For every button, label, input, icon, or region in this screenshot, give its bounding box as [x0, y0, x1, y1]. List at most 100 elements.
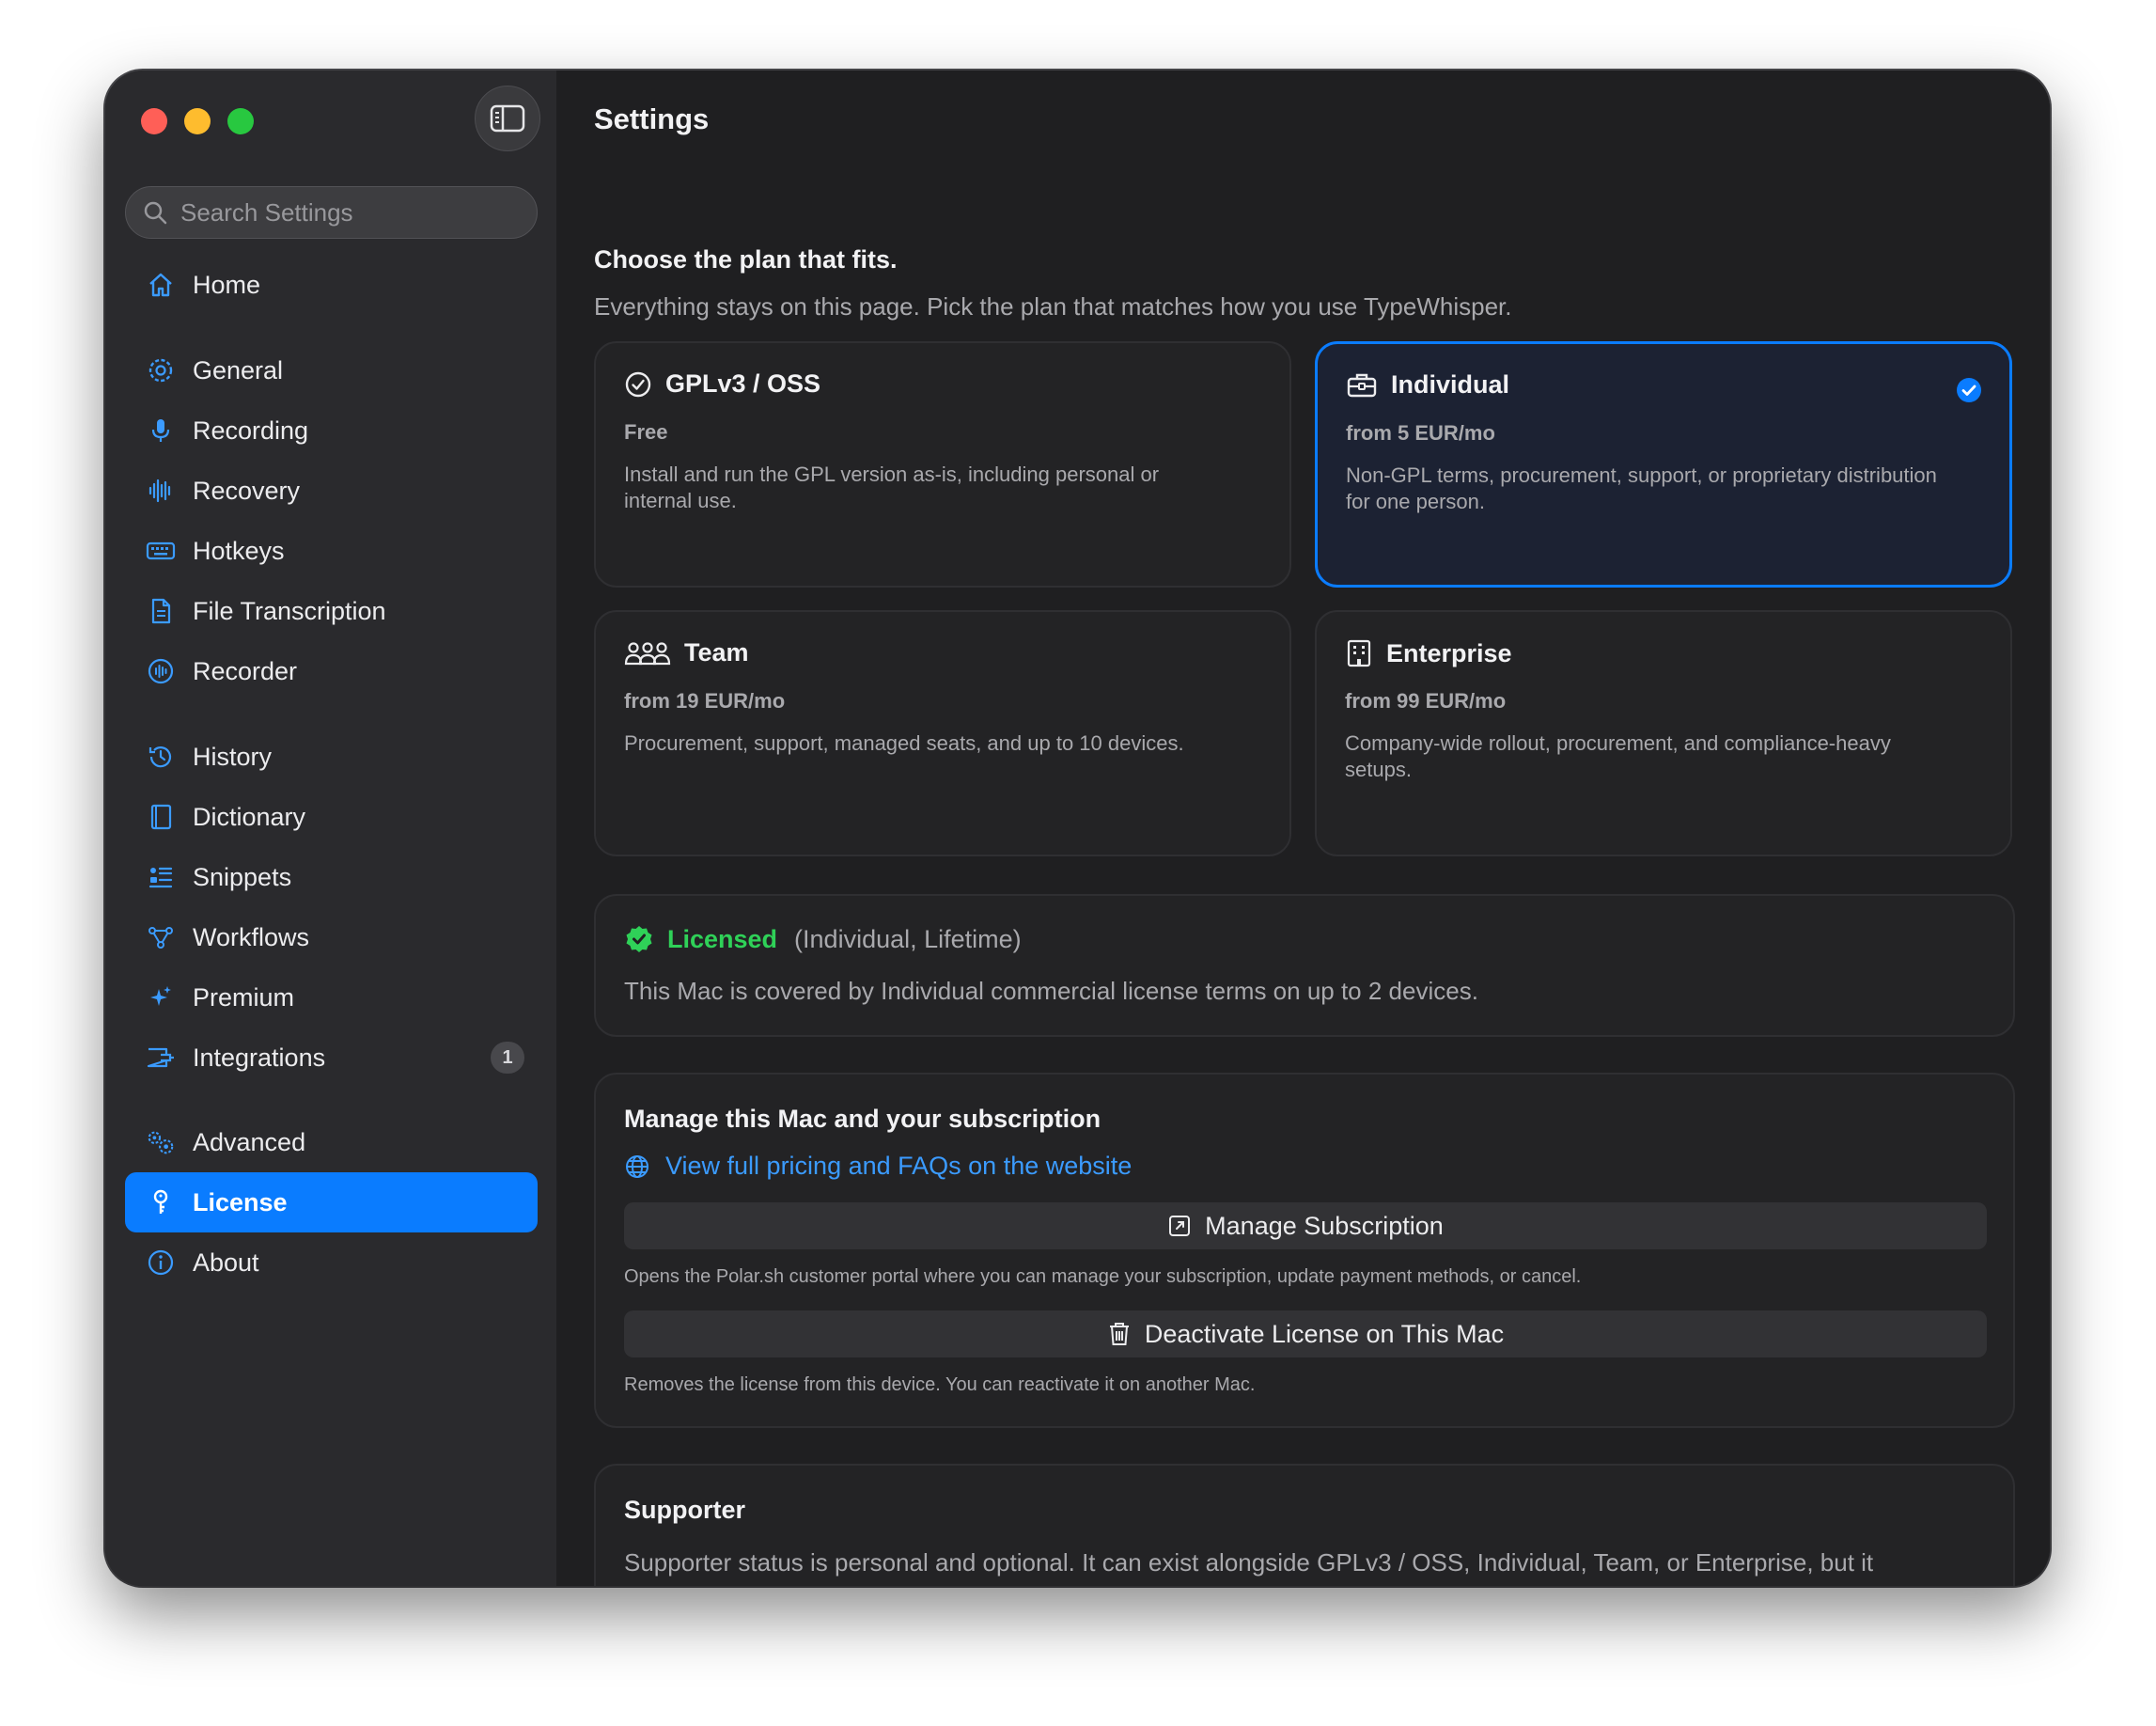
plan-name: GPLv3 / OSS	[665, 369, 821, 398]
supporter-card: Supporter Supporter status is personal a…	[594, 1464, 2015, 1586]
supporter-heading: Supporter	[624, 1496, 746, 1524]
globe-icon	[626, 1154, 648, 1178]
briefcase-icon	[1347, 373, 1377, 397]
plug-icon	[146, 1043, 176, 1073]
sidebar-item-label: Snippets	[193, 862, 292, 891]
sidebar-item-recording[interactable]: Recording	[125, 400, 538, 461]
manage-heading: Manage this Mac and your subscription	[624, 1105, 1101, 1133]
plan-name: Individual	[1391, 370, 1510, 399]
sidebar-item-general[interactable]: General	[125, 340, 538, 400]
sparkles-icon	[146, 982, 176, 1012]
plan-card-team[interactable]: Team from 19 EUR/mo Procurement, support…	[594, 610, 1291, 856]
manage-subscription-button[interactable]: Manage Subscription	[624, 1202, 1987, 1249]
waveform-icon	[146, 476, 176, 506]
settings-window: Home General Recording Recovery	[105, 71, 2050, 1586]
license-detail: (Individual, Lifetime)	[794, 924, 1022, 953]
plan-card-enterprise[interactable]: Enterprise from 99 EUR/mo Company-wide r…	[1315, 610, 2012, 856]
gear-icon	[146, 355, 176, 385]
sidebar-item-premium[interactable]: Premium	[125, 967, 538, 1028]
sidebar-item-hotkeys[interactable]: Hotkeys	[125, 521, 538, 581]
plan-price: from 19 EUR/mo	[624, 689, 786, 713]
selected-checkmark-icon	[1957, 378, 1981, 402]
pricing-link[interactable]: View full pricing and FAQs on the websit…	[624, 1152, 1132, 1181]
supporter-description: Supporter status is personal and optiona…	[624, 1548, 1874, 1577]
record-icon	[146, 656, 176, 686]
sidebar-item-home[interactable]: Home	[125, 255, 538, 315]
checkmark-circle-icon	[625, 371, 651, 397]
sidebar-icon	[490, 104, 525, 133]
workflow-icon	[146, 922, 176, 952]
plans-heading: Choose the plan that fits.	[594, 245, 898, 274]
plans-subheading: Everything stays on this page. Pick the …	[594, 292, 1512, 321]
sidebar-item-dictionary[interactable]: Dictionary	[125, 787, 538, 847]
main-content: Settings Choose the plan that fits. Ever…	[556, 71, 2050, 1586]
sidebar-item-label: Premium	[193, 982, 295, 1012]
sidebar-item-label: Home	[193, 270, 261, 299]
sidebar-item-label: File Transcription	[193, 596, 386, 625]
document-icon	[146, 596, 176, 626]
zoom-window-button[interactable]	[227, 108, 254, 134]
sidebar-item-label: Recovery	[193, 476, 301, 505]
plan-price: from 99 EUR/mo	[1345, 689, 1507, 713]
sidebar-item-label: Recording	[193, 416, 309, 445]
sidebar-item-history[interactable]: History	[125, 727, 538, 787]
sidebar-item-recovery[interactable]: Recovery	[125, 461, 538, 521]
plan-card-gplv3[interactable]: GPLv3 / OSS Free Install and run the GPL…	[594, 341, 1291, 588]
sidebar-item-label: Recorder	[193, 656, 298, 685]
sidebar-item-advanced[interactable]: Advanced	[125, 1112, 538, 1172]
sidebar-item-label: General	[193, 355, 284, 384]
plan-price: from 5 EUR/mo	[1346, 421, 1495, 445]
notification-badge: 1	[491, 1042, 524, 1074]
plan-description: Non-GPL terms, procurement, support, or …	[1346, 463, 1937, 513]
people-icon	[624, 641, 671, 665]
sidebar-item-snippets[interactable]: Snippets	[125, 847, 538, 907]
sidebar-item-label: Workflows	[193, 922, 310, 951]
key-icon	[146, 1187, 176, 1217]
sidebar-item-label: License	[193, 1187, 288, 1216]
verified-badge-icon	[626, 926, 652, 952]
sidebar-item-license[interactable]: License	[125, 1172, 538, 1232]
license-status-card: Licensed (Individual, Lifetime) This Mac…	[594, 894, 2015, 1037]
plan-description: Company-wide rollout, procurement, and c…	[1345, 731, 1891, 781]
manage-subscription-label: Manage Subscription	[1205, 1211, 1444, 1240]
trash-icon	[1109, 1323, 1129, 1345]
deactivate-license-label: Deactivate License on This Mac	[1144, 1319, 1505, 1348]
minimize-window-button[interactable]	[184, 108, 211, 134]
external-link-icon	[1169, 1216, 1191, 1236]
plan-price: Free	[624, 420, 668, 444]
plan-card-individual[interactable]: Individual from 5 EUR/mo Non-GPL terms, …	[1315, 341, 2012, 588]
snippets-icon	[146, 862, 176, 892]
sidebar-item-recorder[interactable]: Recorder	[125, 641, 538, 701]
toggle-sidebar-button[interactable]	[475, 86, 540, 151]
search-icon	[144, 201, 167, 225]
search-input[interactable]	[179, 196, 521, 228]
sidebar-item-integrations[interactable]: Integrations 1	[125, 1028, 538, 1088]
license-description: This Mac is covered by Individual commer…	[624, 977, 1478, 1005]
house-icon	[146, 270, 176, 300]
sidebar-item-label: Dictionary	[193, 802, 306, 831]
deactivate-license-help: Removes the license from this device. Yo…	[624, 1374, 1256, 1395]
sidebar-item-about[interactable]: About	[125, 1232, 538, 1293]
page-title: Settings	[594, 102, 710, 135]
plan-description: Procurement, support, managed seats, and…	[624, 731, 1184, 755]
license-status: Licensed	[667, 924, 778, 953]
sidebar-item-label: Integrations	[193, 1043, 326, 1072]
sidebar-item-workflows[interactable]: Workflows	[125, 907, 538, 967]
manage-subscription-card: Manage this Mac and your subscription Vi…	[594, 1073, 2015, 1428]
manage-subscription-help: Opens the Polar.sh customer portal where…	[624, 1266, 1582, 1287]
pricing-link-label[interactable]: View full pricing and FAQs on the websit…	[665, 1152, 1132, 1181]
sidebar-item-label: History	[193, 742, 273, 771]
search-field[interactable]	[125, 186, 538, 239]
building-icon	[1347, 639, 1371, 667]
sidebar-item-file-transcription[interactable]: File Transcription	[125, 581, 538, 641]
sidebar-item-label: Advanced	[193, 1127, 306, 1156]
clock-history-icon	[146, 742, 176, 772]
info-icon	[146, 1247, 176, 1278]
sidebar-item-label: About	[193, 1247, 259, 1277]
deactivate-license-button[interactable]: Deactivate License on This Mac	[624, 1310, 1987, 1357]
close-window-button[interactable]	[141, 108, 167, 134]
gears-icon	[146, 1127, 176, 1157]
sidebar-item-label: Hotkeys	[193, 536, 285, 565]
plan-name: Enterprise	[1386, 638, 1512, 667]
plan-description: Install and run the GPL version as-is, i…	[624, 463, 1160, 512]
